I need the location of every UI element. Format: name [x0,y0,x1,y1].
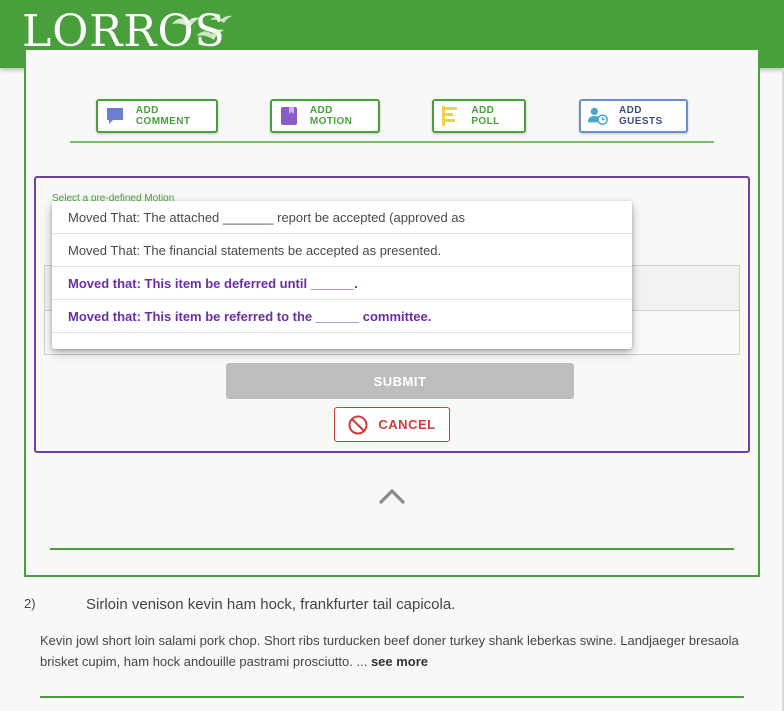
add-guests-button[interactable]: ADD GUESTS [579,99,688,133]
actions-divider [70,141,714,143]
agenda-item-title[interactable]: Sirloin venison kevin ham hock, frankfur… [86,596,455,613]
agenda-item-description: Kevin jowl short loin salami pork chop. … [40,630,740,672]
motion-icon [278,105,300,127]
cancel-button[interactable]: CANCEL [334,407,450,442]
poll-icon [440,105,461,127]
add-comment-label: ADD COMMENT [135,105,191,127]
submit-button[interactable]: SUBMIT [226,363,574,399]
cancel-label: CANCEL [378,417,436,432]
add-motion-label: ADD MOTION [309,105,353,127]
motion-option[interactable]: Moved that: This item be referred to the… [52,300,632,333]
add-poll-button[interactable]: ADD POLL [432,99,526,133]
add-poll-label: ADD POLL [471,105,500,127]
add-motion-button[interactable]: ADD MOTION [270,99,380,133]
motion-option[interactable]: Moved that: This item be deferred until … [52,267,632,300]
motion-option[interactable]: Moved That: The financial statements be … [52,234,632,267]
agenda-item-number: 2) [24,596,36,611]
cancel-icon [348,415,368,435]
comment-icon [104,105,126,127]
card-divider [50,548,734,550]
add-guests-label: ADD GUESTS [619,105,663,127]
see-more-link[interactable]: see more [371,654,428,669]
motion-dropdown-list: Moved That: The attached _______ report … [52,201,632,349]
item-divider [40,696,744,698]
logo[interactable]: LORROS [22,8,232,56]
motion-option[interactable]: Moved That: The attached _______ report … [52,201,632,234]
add-comment-button[interactable]: ADD COMMENT [96,99,218,133]
chevron-up-icon[interactable] [378,487,406,505]
guests-icon [587,105,609,127]
birds-logo-icon [172,15,232,40]
